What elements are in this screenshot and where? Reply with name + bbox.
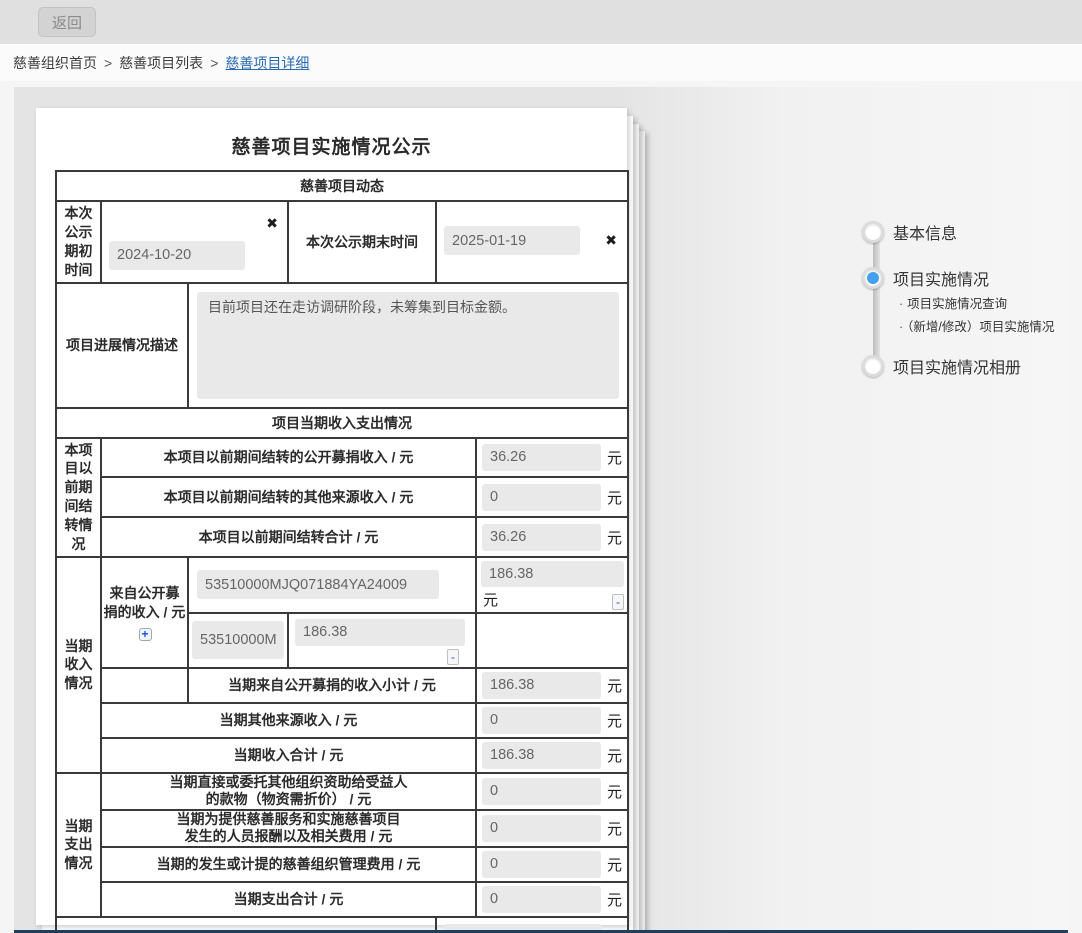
publicity-form-table: 慈善项目动态 本次公示期初时间 ✖ 本次公示期末时间 ✖ 项目进展情况描述 xyxy=(55,170,629,933)
period-end-input[interactable] xyxy=(444,226,580,255)
period-start-clear-icon[interactable]: ✖ xyxy=(266,215,278,232)
carryover-other-input[interactable] xyxy=(482,484,601,511)
step-navigator: 基本信息 项目实施情况 ·项目实施情况查询 ·（新增/修改）项目实施情况 项目实… xyxy=(857,87,1068,933)
expense-admin-input[interactable] xyxy=(482,851,601,878)
expense-direct-label: 当期直接或委托其他组织资助给受益人 的款物（物资需折价） / 元 xyxy=(101,773,476,810)
top-bar: 返回 xyxy=(0,0,1082,44)
carryover-public-label: 本项目以前期间结转的公开募捐收入 / 元 xyxy=(101,438,476,477)
income-total-label: 当期收入合计 / 元 xyxy=(101,738,476,773)
page-title: 慈善项目实施情况公示 xyxy=(36,132,627,159)
carryover-other-label: 本项目以前期间结转的其他来源收入 / 元 xyxy=(101,477,476,517)
add-entry-icon[interactable]: + xyxy=(139,628,152,641)
back-button[interactable]: 返回 xyxy=(38,7,96,37)
bullet-icon: · xyxy=(899,320,903,334)
substep-implementation-query[interactable]: ·项目实施情况查询 xyxy=(899,293,1007,312)
content-panel: 慈善项目实施情况公示 慈善项目动态 本次公示期初时间 ✖ 本次公示期末时间 xyxy=(14,87,1068,933)
section-header-income-expense: 项目当期收入支出情况 xyxy=(56,408,628,438)
step-circle-icon xyxy=(862,355,884,377)
breadcrumb-home-link[interactable]: 慈善组织首页 xyxy=(13,53,97,73)
step-basic-info[interactable]: 基本信息 xyxy=(862,220,957,244)
unit-label: 元 xyxy=(607,745,622,766)
breadcrumb-project-list-link[interactable]: 慈善项目列表 xyxy=(119,53,203,73)
income-other-label: 当期其他来源收入 / 元 xyxy=(101,703,476,738)
income-public-subtotal-input[interactable] xyxy=(482,672,601,699)
donation-code-input-2[interactable] xyxy=(192,621,284,659)
section-header-project-dynamic: 慈善项目动态 xyxy=(56,171,628,201)
carryover-total-label: 本项目以前期间结转合计 / 元 xyxy=(101,517,476,556)
expense-admin-label: 当期的发生或计提的慈善组织管理费用 / 元 xyxy=(101,847,476,882)
step-implementation[interactable]: 项目实施情况 xyxy=(862,266,989,290)
period-start-label: 本次公示期初时间 xyxy=(56,201,101,283)
empty-cell xyxy=(476,613,628,668)
expense-direct-input[interactable] xyxy=(482,778,601,805)
unit-label: 元 xyxy=(607,818,622,839)
carryover-total-input[interactable] xyxy=(482,524,601,551)
breadcrumb-project-detail-link[interactable]: 慈善项目详细 xyxy=(225,53,309,73)
substep-implementation-edit[interactable]: ·（新增/修改）项目实施情况 xyxy=(899,316,1054,335)
income-other-input[interactable] xyxy=(482,707,601,734)
donation-code-input-1[interactable] xyxy=(197,570,439,599)
progress-label: 项目进展情况描述 xyxy=(56,283,188,408)
unit-label: 元 xyxy=(607,487,622,508)
unit-label: 元 xyxy=(607,710,622,731)
bullet-icon: · xyxy=(899,297,903,311)
unit-label: 元 xyxy=(483,589,498,610)
breadcrumb-separator: > xyxy=(210,55,218,71)
public-donation-label: 来自公开募捐的收入 / 元+ xyxy=(101,557,188,668)
donation-amount-input-2[interactable] xyxy=(295,619,465,646)
expense-group-label: 当期支出情况 xyxy=(56,773,101,917)
unit-label: 元 xyxy=(607,781,622,802)
unit-label: 元 xyxy=(607,447,622,468)
step-photo-album[interactable]: 项目实施情况相册 xyxy=(862,354,1021,378)
period-end-clear-icon[interactable]: ✖ xyxy=(605,232,617,249)
unit-label: 元 xyxy=(607,854,622,875)
step-circle-active-icon xyxy=(862,267,884,289)
period-start-input[interactable] xyxy=(109,241,245,270)
unit-label: 元 xyxy=(607,675,622,696)
expense-total-label: 当期支出合计 / 元 xyxy=(101,882,476,917)
breadcrumb-separator: > xyxy=(104,55,112,71)
stepper-track xyxy=(873,231,880,367)
expense-staff-input[interactable] xyxy=(482,815,601,842)
period-end-label: 本次公示期末时间 xyxy=(288,201,436,283)
remove-entry-icon[interactable]: - xyxy=(447,649,459,665)
carryover-group-label: 本项目以前期间结转情况 xyxy=(56,438,101,557)
expense-total-input[interactable] xyxy=(482,886,601,913)
donation-amount-input-1[interactable] xyxy=(481,561,624,587)
carryover-public-input[interactable] xyxy=(482,444,601,471)
remove-entry-icon[interactable]: - xyxy=(612,594,624,610)
empty-cell xyxy=(101,668,188,703)
step-circle-icon xyxy=(862,221,884,243)
income-total-input[interactable] xyxy=(482,742,601,769)
progress-textarea[interactable]: 目前项目还在走访调研阶段，未筹集到目标金额。 xyxy=(197,292,619,399)
unit-label: 元 xyxy=(607,889,622,910)
income-public-subtotal-label: 当期来自公开募捐的收入小计 / 元 xyxy=(188,668,476,703)
expense-staff-label: 当期为提供慈善服务和实施慈善项目 发生的人员报酬以及相关费用 / 元 xyxy=(101,810,476,847)
income-group-label: 当期收入情况 xyxy=(56,557,101,773)
breadcrumb: 慈善组织首页 > 慈善项目列表 > 慈善项目详细 xyxy=(0,44,1082,81)
form-page: 慈善项目实施情况公示 慈善项目动态 本次公示期初时间 ✖ 本次公示期末时间 xyxy=(36,108,627,925)
unit-label: 元 xyxy=(607,527,622,548)
